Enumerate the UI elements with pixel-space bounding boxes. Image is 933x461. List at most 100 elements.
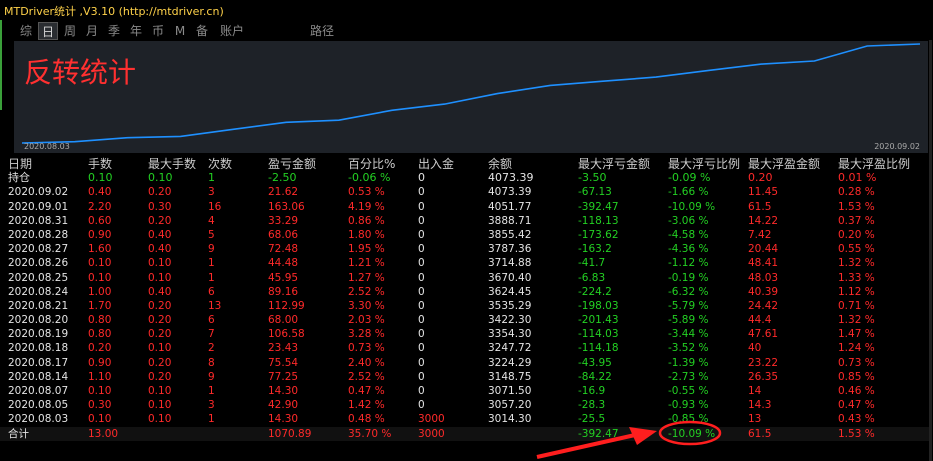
chart-date-start: 2020.08.03 bbox=[24, 142, 70, 151]
cell-col-2: 0.30 bbox=[148, 200, 172, 213]
cell-col-6: 3000 bbox=[418, 427, 445, 440]
cell-col-5: 1.27 % bbox=[348, 271, 385, 284]
cell-col-11: 0.71 % bbox=[838, 299, 875, 312]
table-row: 2020.08.19 0.80 0.20 7 106.58 3.28 % 0 3354.30 -… bbox=[0, 327, 930, 341]
cell-col-4: 77.25 bbox=[268, 370, 299, 383]
cell-col-4: 89.16 bbox=[268, 285, 299, 298]
cell-col-7: 3247.72 bbox=[488, 342, 532, 355]
highlight-ellipse bbox=[658, 420, 722, 446]
tab-6[interactable]: 币 bbox=[148, 22, 168, 40]
cell-col-11: 0.20 % bbox=[838, 228, 875, 241]
tab-0[interactable]: 综 bbox=[16, 22, 36, 40]
cell-col-6: 0 bbox=[418, 285, 425, 298]
cell-col-7: 4051.77 bbox=[488, 200, 532, 213]
cell-col-7: 3057.20 bbox=[488, 399, 532, 412]
cell-col-1: 0.10 bbox=[88, 413, 112, 426]
cell-col-4: 33.29 bbox=[268, 214, 299, 227]
right-scrollbar[interactable] bbox=[929, 40, 932, 461]
cell-col-6: 0 bbox=[418, 399, 425, 412]
cell-col-6: 0 bbox=[418, 186, 425, 199]
cell-col-8: -114.03 bbox=[578, 328, 619, 341]
tab-2[interactable]: 周 bbox=[60, 22, 80, 40]
cell-col-6: 0 bbox=[418, 200, 425, 213]
cell-col-11: 1.32 % bbox=[838, 314, 875, 327]
cell-col-6: 0 bbox=[418, 299, 425, 312]
cell-col-10: 7.42 bbox=[748, 228, 772, 241]
cell-col-3: 2 bbox=[208, 342, 215, 355]
table-row: 2020.08.17 0.90 0.20 8 75.54 2.40 % 0 3224.29 -4… bbox=[0, 356, 930, 370]
cell-col-9: -0.55 % bbox=[668, 385, 709, 397]
tab-5[interactable]: 年 bbox=[126, 22, 146, 40]
cell-col-4: 23.43 bbox=[268, 342, 299, 355]
cell-col-5: 2.52 % bbox=[348, 285, 385, 298]
cell-col-5: 2.03 % bbox=[348, 314, 385, 327]
cell-col-7: 4073.39 bbox=[488, 171, 534, 185]
table-row: 2020.09.01 2.20 0.30 16 163.06 4.19 % 0 4051.77… bbox=[0, 200, 930, 214]
cell-col-2: 0.20 bbox=[148, 314, 172, 327]
tab-1[interactable]: 日 bbox=[38, 22, 58, 40]
cell-col-5: 4.19 % bbox=[348, 200, 385, 213]
cell-col-11: 0.85 % bbox=[838, 370, 875, 383]
cell-col-0: 2020.09.02 bbox=[8, 186, 69, 199]
cell-col-1: 0.30 bbox=[88, 399, 112, 412]
cell-col-1: 2.20 bbox=[88, 200, 112, 213]
cell-col-1: 0.10 bbox=[88, 257, 112, 270]
cell-col-1: 0.10 bbox=[88, 171, 113, 185]
cell-col-5: 0.53 % bbox=[348, 186, 385, 199]
cell-col-6: 0 bbox=[418, 342, 425, 355]
tab-8[interactable]: 备 bbox=[192, 22, 212, 40]
cell-col-3: 16 bbox=[208, 200, 222, 213]
cell-col-4: 72.48 bbox=[268, 243, 299, 256]
cell-col-10: 47.61 bbox=[748, 328, 779, 341]
cell-col-1: 1.60 bbox=[88, 243, 112, 256]
tab-3[interactable]: 月 bbox=[82, 22, 102, 40]
cell-col-5: 2.52 % bbox=[348, 370, 385, 383]
cell-col-10: 40 bbox=[748, 342, 762, 355]
cell-col-3: 9 bbox=[208, 243, 215, 256]
cell-col-10: 14.3 bbox=[748, 399, 772, 412]
cell-col-6: 0 bbox=[418, 243, 425, 256]
table-row: 2020.08.28 0.90 0.40 5 68.06 1.80 % 0 3855.42 -1… bbox=[0, 228, 930, 242]
cell-col-8: -224.2 bbox=[578, 285, 612, 298]
cell-col-2: 0.40 bbox=[148, 243, 172, 256]
cell-col-3: 1 bbox=[208, 385, 215, 397]
cell-col-2: 0.20 bbox=[148, 214, 172, 227]
cell-col-8: -114.18 bbox=[578, 342, 619, 355]
cell-col-2: 0.20 bbox=[148, 370, 172, 383]
cell-col-9: -1.39 % bbox=[668, 356, 709, 369]
cell-col-4: 1070.89 bbox=[268, 427, 312, 440]
cell-col-8: -3.50 bbox=[578, 171, 607, 185]
cell-col-6: 0 bbox=[418, 214, 425, 227]
cell-col-0: 2020.08.27 bbox=[8, 243, 69, 256]
holding-row: 持仓 0.10 0.10 1 -2.50 -0.06 % 0 4073.39 -3.50 -0.0… bbox=[0, 171, 930, 185]
table-row: 2020.09.02 0.40 0.20 3 21.62 0.53 % 0 4073.39 -6… bbox=[0, 185, 930, 199]
tab-4[interactable]: 季 bbox=[104, 22, 124, 40]
cell-col-9: -2.73 % bbox=[668, 370, 709, 383]
cell-col-5: 3.28 % bbox=[348, 328, 385, 341]
cell-col-11: 1.53 % bbox=[838, 427, 875, 440]
cell-col-7: 3354.30 bbox=[488, 328, 532, 341]
cell-col-1: 1.70 bbox=[88, 299, 112, 312]
cell-col-10: 26.35 bbox=[748, 370, 779, 383]
cell-col-10: 24.42 bbox=[748, 299, 779, 312]
cell-col-7: 3670.40 bbox=[488, 271, 532, 284]
cell-col-7: 3787.36 bbox=[488, 243, 532, 256]
cell-col-2: 0.10 bbox=[148, 257, 172, 270]
table-row: 2020.08.31 0.60 0.20 4 33.29 0.86 % 0 3888.71 -1… bbox=[0, 214, 930, 228]
cell-col-10: 61.5 bbox=[748, 427, 772, 440]
cell-col-2: 0.20 bbox=[148, 186, 172, 199]
cell-col-8: -163.2 bbox=[578, 243, 612, 256]
cell-col-9: -3.44 % bbox=[668, 328, 709, 341]
cell-col-9: -5.79 % bbox=[668, 299, 709, 312]
cell-col-3: 5 bbox=[208, 228, 215, 241]
tab-10[interactable]: 路径 bbox=[302, 22, 342, 40]
cell-col-8: -84.22 bbox=[578, 370, 612, 383]
cell-col-3: 1 bbox=[208, 271, 215, 284]
tab-7[interactable]: M bbox=[170, 22, 190, 40]
cell-col-3: 6 bbox=[208, 314, 215, 327]
cell-col-2: 0.10 bbox=[148, 271, 172, 284]
tab-9[interactable]: 账户 bbox=[214, 22, 250, 40]
cell-col-4: 14.30 bbox=[268, 413, 299, 426]
cell-col-1: 0.90 bbox=[88, 228, 112, 241]
cell-col-11: 0.46 % bbox=[838, 385, 875, 397]
